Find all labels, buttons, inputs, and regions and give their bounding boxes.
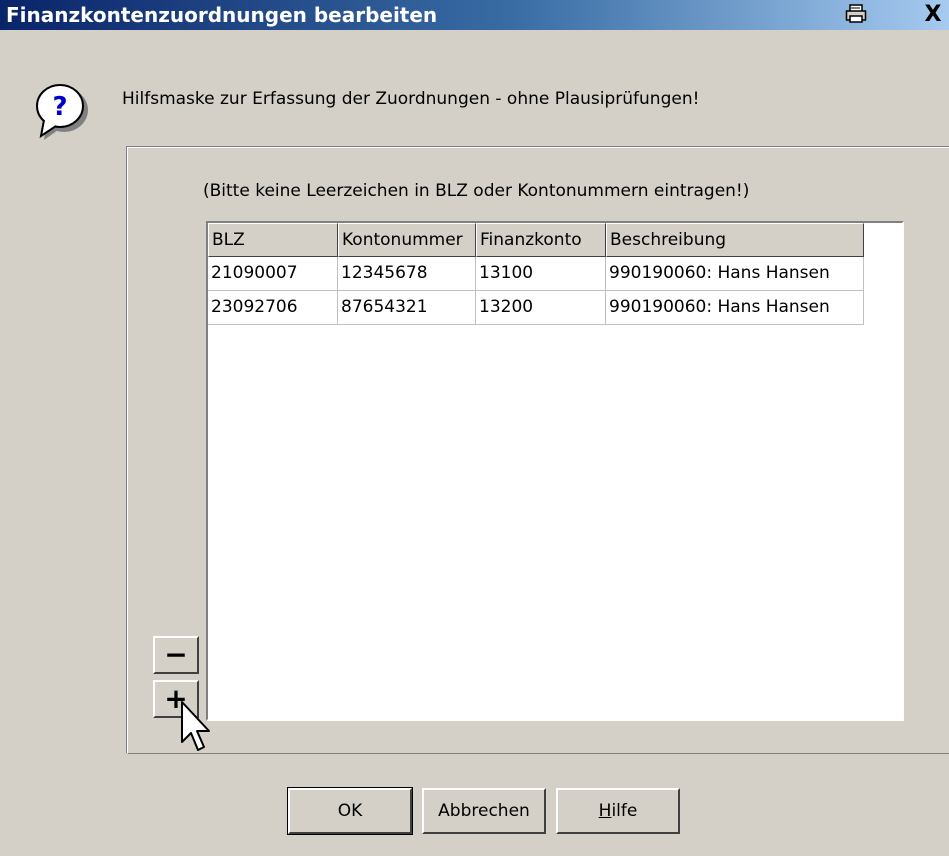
table-row[interactable]: 23092706 87654321 13200 990190060: Hans … (208, 291, 902, 325)
help-button[interactable]: Hilfe (556, 788, 680, 834)
title-bar[interactable]: Finanzkontenzuordnungen bearbeiten X (0, 0, 949, 30)
column-header-finanzkonto[interactable]: Finanzkonto (476, 223, 606, 257)
column-header-beschreibung[interactable]: Beschreibung (606, 223, 864, 257)
ok-button[interactable]: OK (287, 787, 413, 835)
table-cell[interactable]: 990190060: Hans Hansen (606, 291, 864, 325)
table-cell[interactable]: 87654321 (338, 291, 476, 325)
svg-text:?: ? (52, 92, 67, 122)
note-text: (Bitte keine Leerzeichen in BLZ oder Kon… (203, 181, 750, 201)
table-cell[interactable]: 990190060: Hans Hansen (606, 257, 864, 291)
question-icon: ? (32, 82, 92, 148)
table-header: BLZ Kontonummer Finanzkonto Beschreibung (208, 223, 902, 257)
column-header-blz[interactable]: BLZ (208, 223, 338, 257)
cancel-button[interactable]: Abbrechen (422, 788, 546, 834)
close-icon[interactable]: X (913, 2, 949, 27)
print-icon[interactable] (843, 3, 869, 25)
mouse-cursor-icon (180, 700, 212, 764)
column-header-kontonummer[interactable]: Kontonummer (338, 223, 476, 257)
table-cell[interactable]: 21090007 (208, 257, 338, 291)
table-cell[interactable]: 23092706 (208, 291, 338, 325)
table-cell[interactable]: 13100 (476, 257, 606, 291)
mapping-table[interactable]: BLZ Kontonummer Finanzkonto Beschreibung… (206, 221, 904, 721)
remove-row-button[interactable]: − (153, 636, 199, 674)
help-label-rest: ilfe (611, 801, 638, 821)
help-mnemonic: H (598, 801, 612, 821)
table-cell[interactable]: 13200 (476, 291, 606, 325)
table-cell[interactable]: 12345678 (338, 257, 476, 291)
hint-text: Hilfsmaske zur Erfassung der Zuordnungen… (122, 89, 700, 109)
window-title: Finanzkontenzuordnungen bearbeiten (6, 3, 438, 27)
table-row[interactable]: 21090007 12345678 13100 990190060: Hans … (208, 257, 902, 291)
